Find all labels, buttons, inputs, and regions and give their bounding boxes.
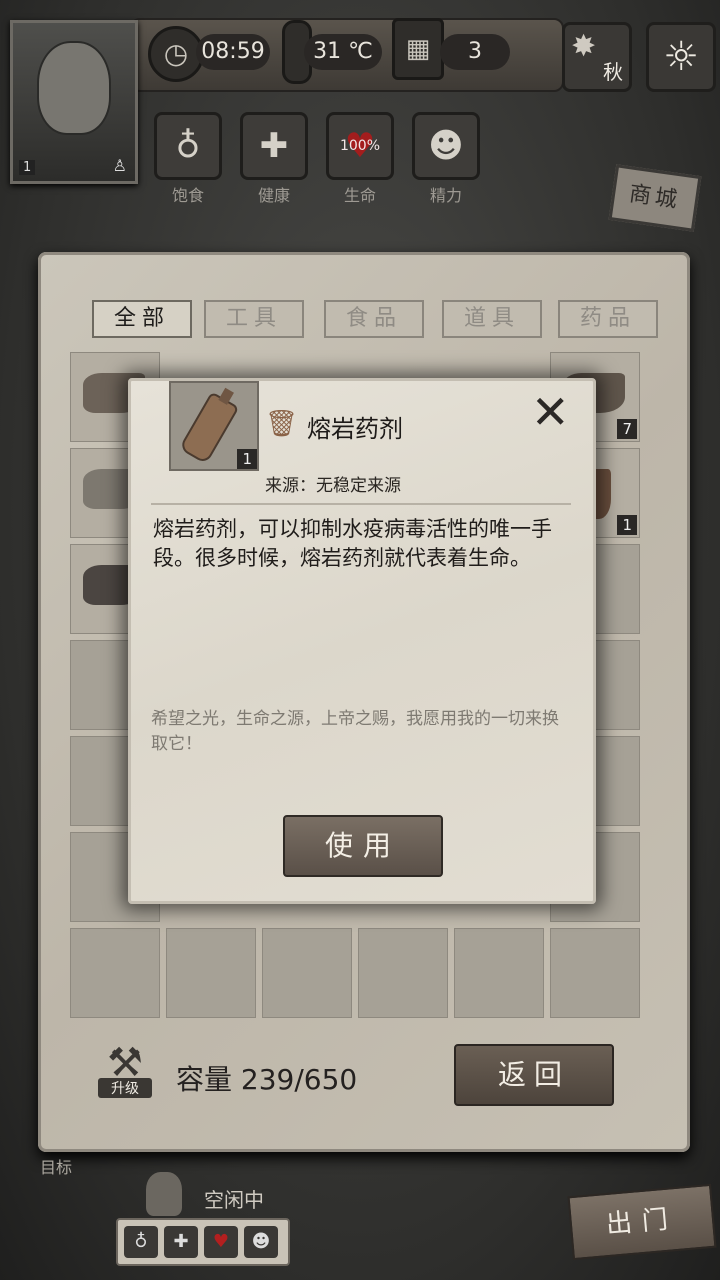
inventory-slot[interactable] (550, 928, 640, 1018)
return-button[interactable]: 返回 (454, 1044, 614, 1106)
survivor-avatar[interactable] (146, 1172, 182, 1216)
season-button[interactable]: ✸ 秋 (562, 22, 632, 92)
item-image-frame: 1 (169, 381, 259, 471)
hunger-button[interactable]: ♁ (154, 112, 222, 180)
health-label: 健康 (257, 186, 290, 205)
mini-person-icon: ☻ (244, 1226, 278, 1258)
mini-plus-icon: ✚ (164, 1226, 198, 1258)
avatar-face (37, 41, 111, 135)
divider (151, 503, 571, 505)
life-label: 生命 (343, 186, 376, 205)
leaf-icon: ✸ (571, 29, 597, 64)
use-button[interactable]: 使用 (283, 815, 443, 877)
tab-all[interactable]: 全部 (92, 300, 192, 338)
tab-medicine[interactable]: 药品 (558, 300, 658, 338)
capacity-display: 容量 239/650 (176, 1058, 357, 1098)
item-source: 来源：无稳定来源 (265, 476, 401, 496)
potion-bottle-icon (178, 387, 240, 465)
temperature-display: 31 ℃ (304, 34, 382, 70)
day-display: 3 (440, 34, 510, 70)
people-icon: ♙ (112, 156, 127, 175)
plus-icon: ✚ (259, 126, 289, 166)
inventory-slot[interactable] (358, 928, 448, 1018)
target-label: 目标 (40, 1158, 73, 1177)
player-avatar[interactable]: 1 ♙ (10, 20, 138, 184)
energy-label: 精力 (429, 186, 462, 205)
go-out-button[interactable]: 出门 (567, 1183, 717, 1261)
item-flavor-text: 希望之光，生命之源，上帝之赐，我愿用我的一切来换取它！ (151, 709, 559, 754)
tab-tools[interactable]: 工具 (204, 300, 304, 338)
capacity-value: 239/650 (240, 1063, 358, 1096)
tab-items[interactable]: 道具 (442, 300, 542, 338)
item-quantity: 1 (237, 449, 257, 469)
trash-icon[interactable]: 🗑 (265, 409, 298, 439)
capacity-label: 容量 (176, 1063, 233, 1096)
time-display: 08:59 (196, 34, 270, 70)
close-icon[interactable]: ✕ (531, 389, 570, 435)
upgrade-label[interactable]: 升级 (98, 1078, 152, 1098)
person-icon: ☻ (428, 126, 464, 166)
tab-food[interactable]: 食品 (324, 300, 424, 338)
life-button[interactable]: ♥ 100% (326, 112, 394, 180)
item-title: 熔岩药剂 (307, 415, 403, 443)
health-button[interactable]: ✚ (240, 112, 308, 180)
season-label: 秋 (603, 60, 623, 84)
idle-status: 空闲中 (204, 1188, 264, 1212)
inventory-slot[interactable] (70, 928, 160, 1018)
inventory-slot[interactable] (262, 928, 352, 1018)
item-description: 熔岩药剂，可以抑制水疫病毒活性的唯一手段。很多时候，熔岩药剂就代表着生命。 (153, 517, 552, 570)
mini-heart-icon: ♥ (204, 1226, 238, 1258)
calendar-icon: ▦ (392, 18, 444, 80)
avatar-level: 1 (19, 160, 36, 175)
weather-sun-icon[interactable]: ☼ (646, 22, 716, 92)
mini-stat-bar: ♁ ✚ ♥ ☻ (116, 1218, 290, 1266)
life-percent: 100% (339, 138, 381, 154)
hunger-label: 饱食 (171, 186, 204, 205)
shop-button[interactable]: 商城 (608, 164, 702, 232)
mini-stomach-icon: ♁ (124, 1226, 158, 1258)
item-count: 7 (617, 419, 637, 439)
inventory-slot[interactable] (454, 928, 544, 1018)
item-count: 1 (617, 515, 637, 535)
item-detail-dialog: 1 🗑 熔岩药剂 ✕ 来源：无稳定来源 熔岩药剂，可以抑制水疫病毒活性的唯一手段… (128, 378, 596, 904)
stomach-icon: ♁ (175, 126, 201, 166)
bottle-neck (218, 387, 234, 405)
inventory-slot[interactable] (166, 928, 256, 1018)
energy-button[interactable]: ☻ (412, 112, 480, 180)
